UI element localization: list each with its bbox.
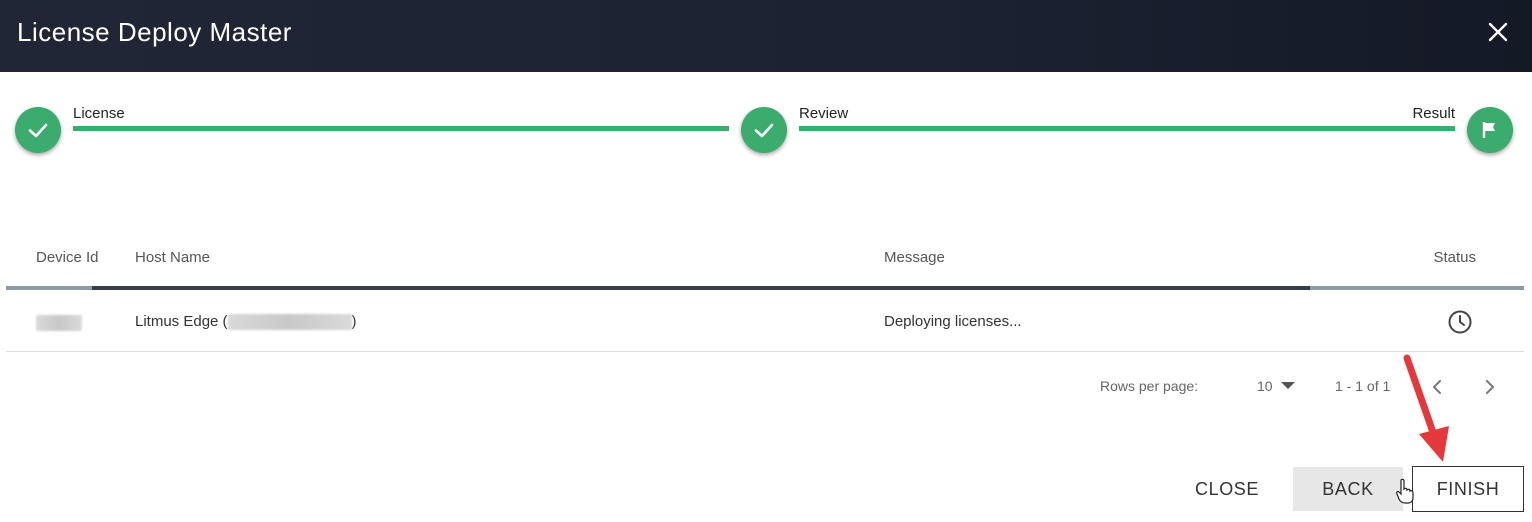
rows-per-page-select[interactable]: 10 [1257, 378, 1295, 394]
column-device-id[interactable]: Device Id [36, 249, 99, 266]
host-name-prefix: Litmus Edge ( [135, 313, 228, 330]
table-header: Device Id Host Name Message Status [6, 228, 1524, 286]
back-button[interactable]: BACK [1293, 467, 1403, 511]
chevron-right-icon[interactable] [1480, 378, 1498, 396]
check-icon [28, 123, 48, 138]
step-label-result: Result [1412, 105, 1455, 122]
caret-down-icon [1280, 382, 1295, 389]
rows-per-page-label: Rows per page: [1100, 378, 1199, 394]
clock-icon [1448, 310, 1472, 334]
step-license-circle [15, 107, 61, 153]
close-x-icon[interactable] [1486, 20, 1510, 44]
step-label-license: License [73, 105, 125, 122]
device-id-cell [36, 314, 82, 332]
redacted-device-id [36, 315, 82, 332]
flag-icon [1482, 122, 1495, 138]
chevron-left-icon[interactable] [1429, 378, 1447, 396]
devices-table: Device Id Host Name Message Status Litmu… [6, 228, 1524, 352]
redacted-host-id [227, 314, 352, 331]
column-message[interactable]: Message [884, 249, 945, 266]
finish-button[interactable]: FINISH [1412, 466, 1524, 512]
host-name-suffix: ) [351, 313, 357, 330]
column-host-name[interactable]: Host Name [135, 249, 210, 266]
check-icon [754, 123, 774, 138]
annotation-arrow-icon [1403, 354, 1449, 462]
step-label-review: Review [799, 105, 849, 122]
step-review-circle [741, 107, 787, 153]
pagination-range: 1 - 1 of 1 [1335, 378, 1391, 394]
host-name-cell: Litmus Edge () [135, 313, 357, 331]
column-status[interactable]: Status [1433, 249, 1476, 266]
message-cell: Deploying licenses... [884, 313, 1022, 330]
step-result-circle [1467, 107, 1513, 153]
step-connector-2 [799, 126, 1455, 131]
table-row[interactable]: Litmus Edge () Deploying licenses... [6, 290, 1524, 352]
dialog-title: License Deploy Master [17, 17, 292, 47]
step-connector-1 [73, 126, 729, 131]
close-button[interactable]: CLOSE [1177, 467, 1277, 511]
rows-per-page-value: 10 [1257, 378, 1273, 394]
stepper: License Review Result [0, 72, 1532, 182]
dialog-header: License Deploy Master [0, 0, 1532, 72]
